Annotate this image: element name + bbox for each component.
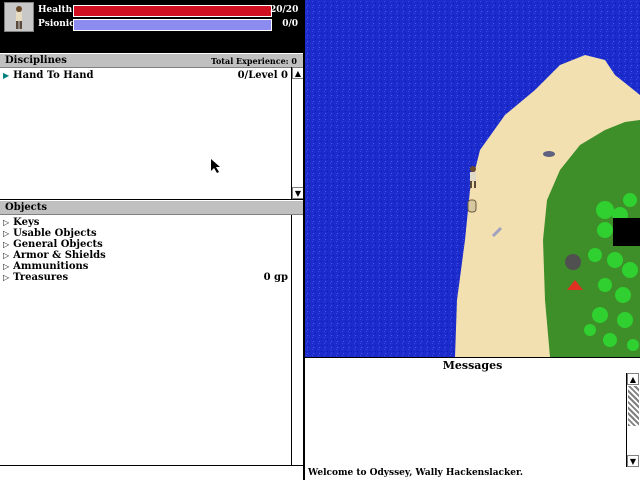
disciplines-header: Disciplines Total Experience: 0	[0, 53, 305, 68]
objects-list: ▷ Keys ▷ Usable Objects ▷ General Objects ▷…	[0, 215, 291, 465]
character-figure-icon	[16, 6, 22, 29]
discipline-level: 0/Level 0	[237, 70, 288, 81]
messages-panel: Welcome to Odyssey, Wally Hackenslacker.…	[305, 373, 640, 480]
character-portrait[interactable]	[4, 2, 34, 32]
map-canvas[interactable]	[305, 0, 640, 357]
object-category-label: Treasures	[13, 272, 69, 283]
expand-triangle-icon[interactable]: ▶	[3, 70, 9, 80]
message-line: Welcome to Odyssey, Wally Hackenslacker.	[308, 468, 524, 478]
object-category-label: Keys	[13, 217, 40, 228]
game-map[interactable]	[305, 0, 640, 357]
total-experience: Total Experience: 0	[210, 56, 297, 66]
objects-header: Objects	[0, 200, 305, 215]
discipline-row[interactable]: ▶ Hand To Hand 0/Level 0	[3, 70, 288, 81]
expand-triangle-icon[interactable]: ▷	[3, 250, 9, 260]
expand-triangle-icon[interactable]: ▷	[3, 261, 9, 271]
disciplines-list: ▶ Hand To Hand 0/Level 0	[0, 67, 291, 199]
scroll-thumb[interactable]	[628, 386, 639, 426]
boulder-icon	[565, 254, 581, 270]
health-label: Health	[38, 5, 73, 15]
discipline-name: Hand To Hand	[13, 70, 94, 81]
psionics-bar-fill	[74, 20, 271, 30]
barrel-icon[interactable]	[467, 199, 477, 213]
object-category-treasures[interactable]: ▷ Treasures 0 gp	[3, 272, 288, 283]
object-category-ammunitions[interactable]: ▷ Ammunitions	[3, 261, 288, 272]
left-panel: Health 20/20 Psionics 0/0 Disciplines To…	[0, 0, 305, 480]
object-category-label: Ammunitions	[13, 261, 89, 272]
expand-triangle-icon[interactable]: ▷	[3, 239, 9, 249]
bottom-divider	[0, 465, 305, 466]
object-category-general[interactable]: ▷ General Objects	[3, 239, 288, 250]
object-category-label: Usable Objects	[13, 228, 97, 239]
object-category-armor[interactable]: ▷ Armor & Shields	[3, 250, 288, 261]
expand-triangle-icon[interactable]: ▷	[3, 272, 9, 282]
status-bar: Health 20/20 Psionics 0/0	[0, 0, 305, 33]
object-category-label: Armor & Shields	[13, 250, 106, 261]
mouse-cursor-icon	[211, 159, 220, 173]
scroll-down-arrow-icon[interactable]: ▼	[627, 455, 639, 467]
expand-triangle-icon[interactable]: ▷	[3, 217, 9, 227]
object-category-keys[interactable]: ▷ Keys	[3, 217, 288, 228]
rock-icon	[543, 151, 555, 157]
messages-header: Messages	[305, 357, 640, 374]
status-spacer	[0, 33, 305, 53]
scroll-up-arrow-icon[interactable]: ▲	[627, 373, 639, 385]
object-category-value: 0 gp	[263, 272, 288, 283]
health-bar	[73, 5, 272, 17]
object-category-usable[interactable]: ▷ Usable Objects	[3, 228, 288, 239]
psionics-bar	[73, 19, 272, 31]
health-value: 20/20	[270, 5, 299, 15]
cave-entrance[interactable]	[613, 218, 640, 246]
psionics-value: 0/0	[282, 19, 298, 29]
object-category-label: General Objects	[13, 239, 103, 250]
expand-triangle-icon[interactable]: ▷	[3, 228, 9, 238]
health-bar-fill	[74, 6, 271, 16]
messages-scrollbar[interactable]: ▲ ▼	[626, 373, 640, 467]
objects-title: Objects	[5, 202, 48, 213]
disciplines-title: Disciplines	[5, 55, 67, 66]
